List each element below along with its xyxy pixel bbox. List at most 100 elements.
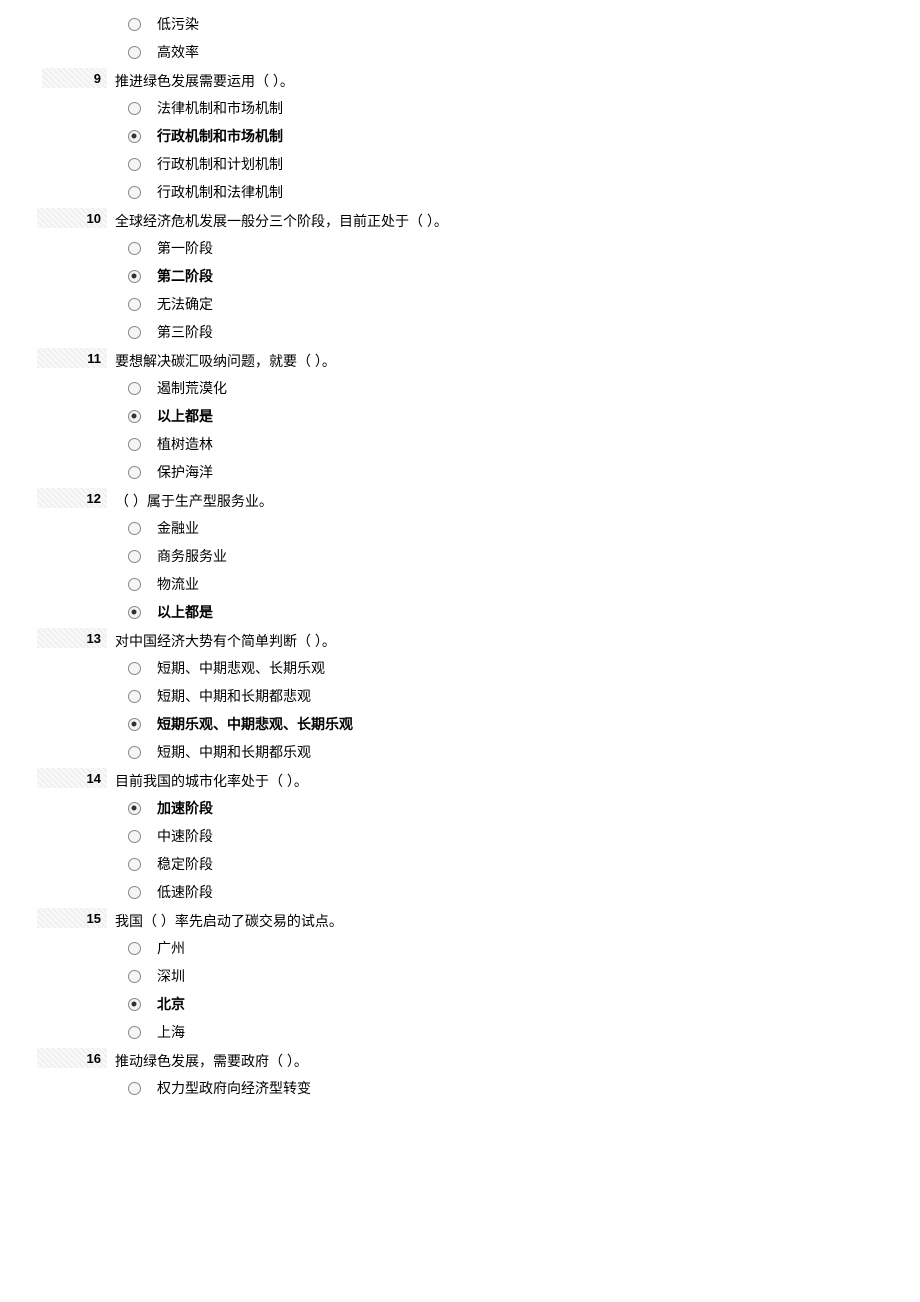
option-row[interactable]: 以上都是 bbox=[115, 598, 920, 626]
radio-icon[interactable] bbox=[128, 550, 141, 563]
question-number-cell: 11 bbox=[0, 348, 115, 368]
radio-selected-icon[interactable] bbox=[128, 130, 141, 143]
question-number-bg: 15 bbox=[37, 908, 107, 928]
option-row[interactable]: 深圳 bbox=[115, 962, 920, 990]
option-label: 短期、中期悲观、长期乐观 bbox=[153, 658, 325, 678]
option-row[interactable]: 行政机制和市场机制 bbox=[115, 122, 920, 150]
radio-selected-icon[interactable] bbox=[128, 270, 141, 283]
option-label: 短期乐观、中期悲观、长期乐观 bbox=[153, 714, 353, 734]
option-row[interactable]: 第一阶段 bbox=[115, 234, 920, 262]
options-container: 金融业商务服务业物流业以上都是 bbox=[115, 514, 920, 626]
question-header: 14目前我国的城市化率处于（ ）。 bbox=[0, 768, 920, 794]
option-row[interactable]: 低速阶段 bbox=[115, 878, 920, 906]
radio-icon[interactable] bbox=[128, 382, 141, 395]
option-row[interactable]: 第二阶段 bbox=[115, 262, 920, 290]
radio-icon[interactable] bbox=[128, 690, 141, 703]
radio-selected-icon[interactable] bbox=[128, 410, 141, 423]
option-row[interactable]: 保护海洋 bbox=[115, 458, 920, 486]
radio-selected-icon[interactable] bbox=[128, 606, 141, 619]
options-container: 遏制荒漠化以上都是植树造林保护海洋 bbox=[115, 374, 920, 486]
option-label: 金融业 bbox=[153, 518, 199, 538]
option-row[interactable]: 短期、中期和长期都悲观 bbox=[115, 682, 920, 710]
question-text: 目前我国的城市化率处于（ ）。 bbox=[115, 768, 920, 794]
radio-icon[interactable] bbox=[128, 830, 141, 843]
radio-icon[interactable] bbox=[128, 186, 141, 199]
option-label: 行政机制和市场机制 bbox=[153, 126, 283, 146]
question-header: 11要想解决碳汇吸纳问题，就要（ ）。 bbox=[0, 348, 920, 374]
option-label: 短期、中期和长期都悲观 bbox=[153, 686, 311, 706]
option-row[interactable]: 中速阶段 bbox=[115, 822, 920, 850]
radio-icon[interactable] bbox=[128, 1026, 141, 1039]
radio-icon[interactable] bbox=[128, 858, 141, 871]
radio-icon[interactable] bbox=[128, 158, 141, 171]
option-row[interactable]: 行政机制和法律机制 bbox=[115, 178, 920, 206]
radio-icon[interactable] bbox=[128, 102, 141, 115]
radio-cell bbox=[115, 158, 153, 171]
radio-icon[interactable] bbox=[128, 466, 141, 479]
radio-selected-icon[interactable] bbox=[128, 802, 141, 815]
radio-cell bbox=[115, 550, 153, 563]
option-row[interactable]: 高效率 bbox=[115, 38, 920, 66]
radio-icon[interactable] bbox=[128, 522, 141, 535]
radio-icon[interactable] bbox=[128, 578, 141, 591]
radio-icon[interactable] bbox=[128, 746, 141, 759]
radio-icon[interactable] bbox=[128, 242, 141, 255]
option-row[interactable]: 短期、中期悲观、长期乐观 bbox=[115, 654, 920, 682]
option-label: 权力型政府向经济型转变 bbox=[153, 1078, 311, 1098]
radio-cell bbox=[115, 802, 153, 815]
option-row[interactable]: 植树造林 bbox=[115, 430, 920, 458]
option-row[interactable]: 广州 bbox=[115, 934, 920, 962]
radio-icon[interactable] bbox=[128, 326, 141, 339]
option-row[interactable]: 以上都是 bbox=[115, 402, 920, 430]
radio-cell bbox=[115, 46, 153, 59]
radio-icon[interactable] bbox=[128, 942, 141, 955]
option-row[interactable]: 短期乐观、中期悲观、长期乐观 bbox=[115, 710, 920, 738]
radio-icon[interactable] bbox=[128, 298, 141, 311]
option-row[interactable]: 遏制荒漠化 bbox=[115, 374, 920, 402]
radio-cell bbox=[115, 1026, 153, 1039]
radio-icon[interactable] bbox=[128, 662, 141, 675]
radio-cell bbox=[115, 270, 153, 283]
option-row[interactable]: 物流业 bbox=[115, 570, 920, 598]
option-row[interactable]: 第三阶段 bbox=[115, 318, 920, 346]
question-text: 我国（ ）率先启动了碳交易的试点。 bbox=[115, 908, 920, 934]
radio-cell bbox=[115, 186, 153, 199]
question-text: （ ）属于生产型服务业。 bbox=[115, 488, 920, 514]
radio-icon[interactable] bbox=[128, 46, 141, 59]
option-row[interactable]: 上海 bbox=[115, 1018, 920, 1046]
question-number-cell: 14 bbox=[0, 768, 115, 788]
option-row[interactable]: 稳定阶段 bbox=[115, 850, 920, 878]
option-row[interactable]: 法律机制和市场机制 bbox=[115, 94, 920, 122]
radio-icon[interactable] bbox=[128, 18, 141, 31]
radio-icon[interactable] bbox=[128, 1082, 141, 1095]
radio-icon[interactable] bbox=[128, 886, 141, 899]
option-label: 高效率 bbox=[153, 42, 199, 62]
option-row[interactable]: 无法确定 bbox=[115, 290, 920, 318]
radio-cell bbox=[115, 830, 153, 843]
question-number: 15 bbox=[87, 911, 101, 926]
question-number-cell: 13 bbox=[0, 628, 115, 648]
radio-cell bbox=[115, 1082, 153, 1095]
option-row[interactable]: 商务服务业 bbox=[115, 542, 920, 570]
option-label: 无法确定 bbox=[153, 294, 213, 314]
option-row[interactable]: 行政机制和计划机制 bbox=[115, 150, 920, 178]
option-label: 短期、中期和长期都乐观 bbox=[153, 742, 311, 762]
option-row[interactable]: 短期、中期和长期都乐观 bbox=[115, 738, 920, 766]
question-block: 14目前我国的城市化率处于（ ）。加速阶段中速阶段稳定阶段低速阶段 bbox=[0, 768, 920, 906]
option-label: 法律机制和市场机制 bbox=[153, 98, 283, 118]
radio-selected-icon[interactable] bbox=[128, 998, 141, 1011]
option-row[interactable]: 权力型政府向经济型转变 bbox=[115, 1074, 920, 1102]
question-block: 低污染高效率 bbox=[0, 10, 920, 66]
option-label: 行政机制和法律机制 bbox=[153, 182, 283, 202]
radio-cell bbox=[115, 242, 153, 255]
radio-icon[interactable] bbox=[128, 438, 141, 451]
radio-cell bbox=[115, 18, 153, 31]
option-row[interactable]: 低污染 bbox=[115, 10, 920, 38]
radio-icon[interactable] bbox=[128, 970, 141, 983]
option-row[interactable]: 加速阶段 bbox=[115, 794, 920, 822]
option-row[interactable]: 北京 bbox=[115, 990, 920, 1018]
option-row[interactable]: 金融业 bbox=[115, 514, 920, 542]
radio-selected-icon[interactable] bbox=[128, 718, 141, 731]
question-header: 12（ ）属于生产型服务业。 bbox=[0, 488, 920, 514]
question-number: 16 bbox=[87, 1051, 101, 1066]
